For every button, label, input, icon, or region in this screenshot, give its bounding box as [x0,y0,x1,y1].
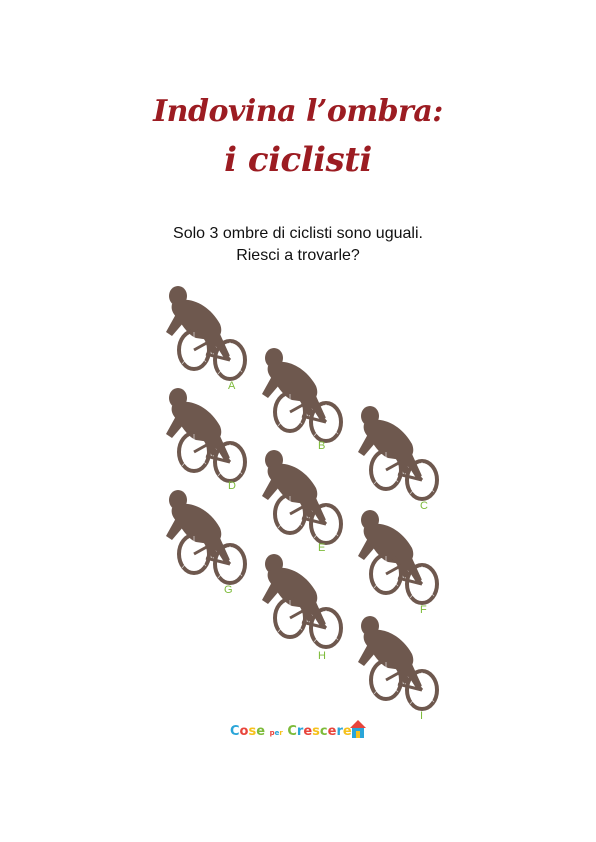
cyclist-silhouette-icon [262,450,343,545]
logo-wordmark: Cose per Crescere [230,724,352,739]
cyclist-silhouette-icon [358,616,439,711]
cose-per-crescere-logo: Cose per Crescere [230,716,370,750]
cyclist-label-g: G [224,584,233,596]
instructions-line-1: Solo 3 ombre di ciclisti sono uguali. [173,225,423,242]
cyclist-shadow-e [258,448,350,548]
cyclist-silhouette-icon [166,286,247,381]
cyclist-label-i: I [420,710,424,722]
cyclist-shadow-i [354,614,446,714]
cyclist-shadow-d [162,386,254,486]
cyclist-silhouette-icon [358,406,439,501]
cyclist-label-h: H [318,650,326,662]
cyclist-silhouette-icon [166,388,247,483]
cyclist-shadow-f [354,508,446,608]
page-title-line-1: Indovina l’ombra: [153,94,443,129]
house-icon [350,720,366,738]
page-title-line-2: i ciclisti [224,140,372,180]
cyclist-silhouette-icon [262,554,343,649]
cyclist-shadow-a [162,284,254,384]
instructions-line-2: Riesci a trovarle? [236,247,360,264]
cyclist-silhouette-icon [358,510,439,605]
cyclist-silhouette-icon [262,348,343,443]
cyclist-shadow-b [258,346,350,446]
cyclist-shadow-g [162,488,254,588]
cyclist-shadow-h [258,552,350,652]
cyclist-silhouette-icon [166,490,247,585]
cyclist-shadow-c [354,404,446,504]
